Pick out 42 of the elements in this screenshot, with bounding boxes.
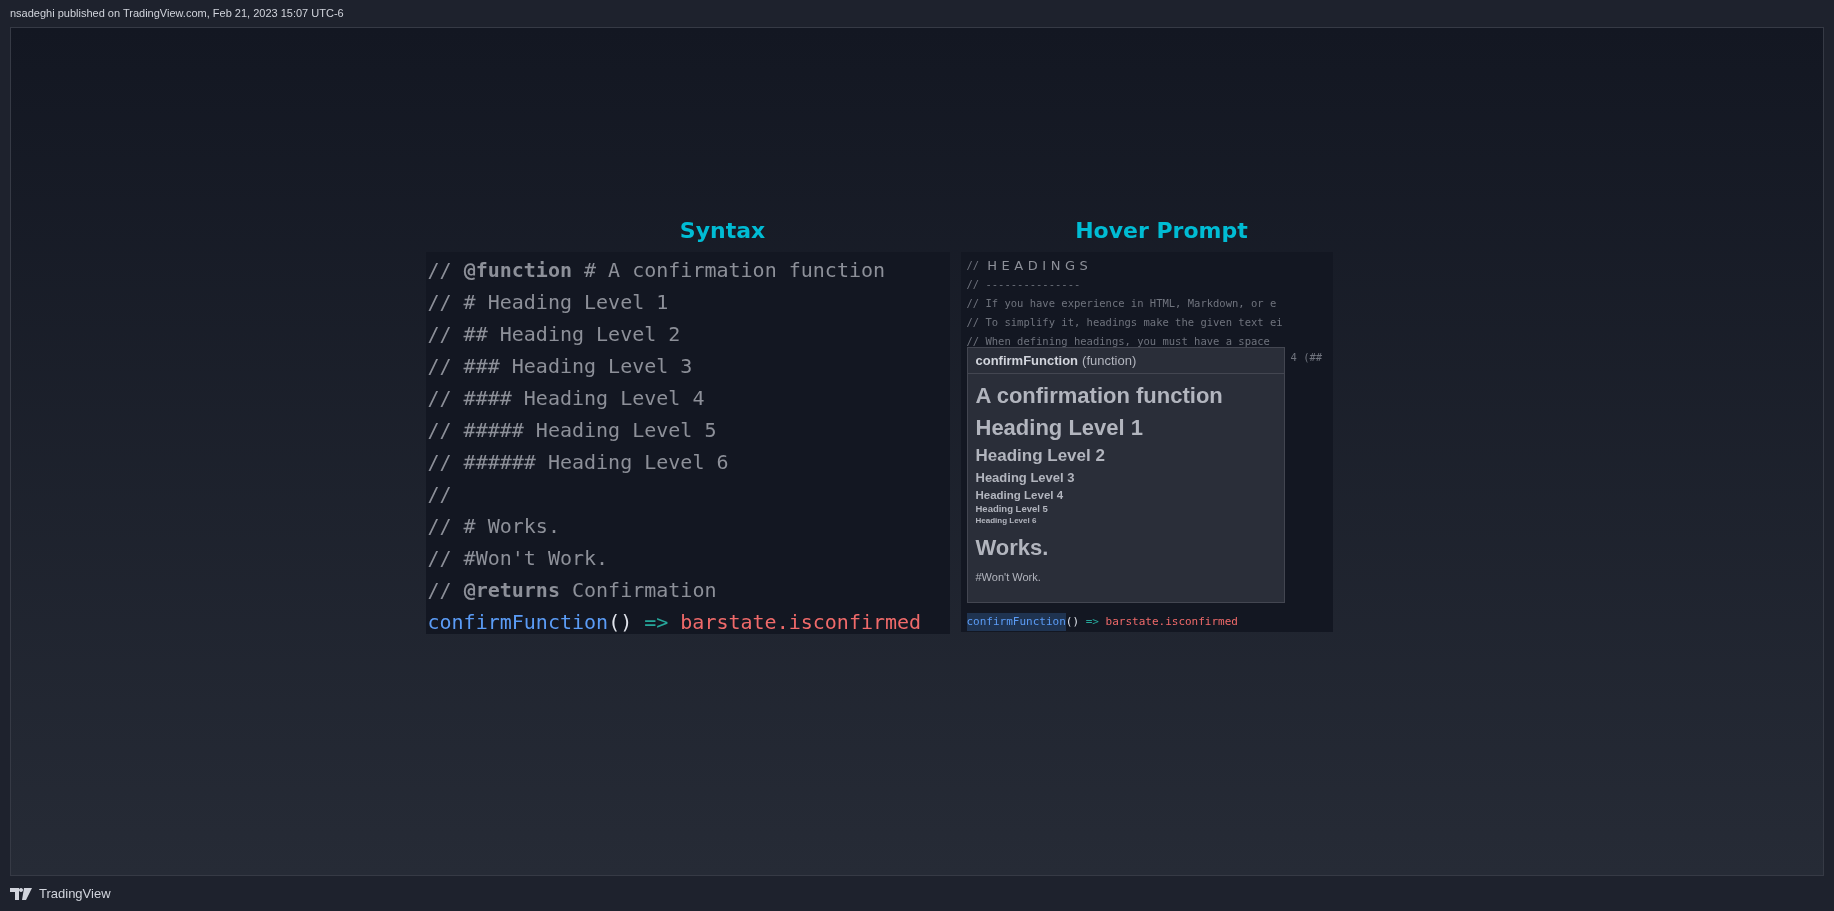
function-name: confirmFunction — [427, 609, 609, 636]
parentheses: () — [1065, 614, 1080, 630]
comment-line: // ## Heading Level 2 — [426, 321, 682, 348]
parentheses: () — [608, 609, 633, 636]
heading-text: A confirmation function — [975, 382, 1224, 410]
comment-line: // When defining headings, you must have a space — [966, 334, 1271, 349]
panel-title: Hover Prompt — [1075, 217, 1248, 245]
heading-text: Heading Level 1 — [975, 414, 1144, 442]
brand-name: TradingView — [39, 884, 111, 903]
heading-text: Heading Level 5 — [975, 503, 1049, 515]
comment-line: // ### Heading Level 3 — [426, 353, 694, 380]
comment-line: // --------------- — [966, 277, 1082, 292]
attribution-text: nsadeghi published on TradingView.com, Feb 21, 2023 15:07 UTC-6 — [10, 6, 344, 22]
comment-line: // If you have experience in HTML, Markdown, or e — [966, 296, 1278, 311]
function-name: confirmFunction — [975, 351, 1079, 370]
heading-text: Heading Level 3 — [975, 469, 1076, 487]
variable-name: barstate.isconfirmed — [1105, 614, 1238, 630]
arrow-operator: => — [644, 609, 669, 636]
function-name: confirmFunction — [966, 613, 1066, 631]
comment-fragment: 4 (## — [1290, 350, 1323, 365]
comment-line: // #Won't Work. — [426, 545, 610, 572]
comment-line: // # Heading Level 1 — [426, 289, 670, 316]
comment-line: // @function # A confirmation function — [426, 257, 887, 284]
variable-name: barstate.isconfirmed — [680, 609, 922, 636]
logo-icon — [10, 887, 34, 900]
paragraph-text: #Won't Work. — [975, 570, 1042, 585]
comment-line: // #### Heading Level 4 — [426, 385, 706, 412]
heading-text: Works. — [975, 534, 1050, 562]
comment-line: // To simplify it, headings make the given text ei — [966, 315, 1284, 330]
comment-line: // ###### Heading Level 6 — [426, 449, 730, 476]
function-type: (function) — [1082, 351, 1137, 370]
heading-text: Heading Level 6 — [975, 515, 1038, 526]
comment-slashes: // — [966, 258, 980, 273]
arrow-operator: => — [1085, 614, 1099, 630]
heading-text: Heading Level 2 — [975, 445, 1106, 467]
panel-title: Syntax — [679, 217, 766, 245]
heading-text: Heading Level 4 — [975, 488, 1065, 503]
comment-heading: HEADINGS — [987, 257, 1093, 275]
comment-line: // — [426, 481, 453, 508]
comment-line: // ##### Heading Level 5 — [426, 417, 718, 444]
comment-line: // # Works. — [426, 513, 561, 540]
comment-line: // @returns Confirmation — [426, 577, 718, 604]
